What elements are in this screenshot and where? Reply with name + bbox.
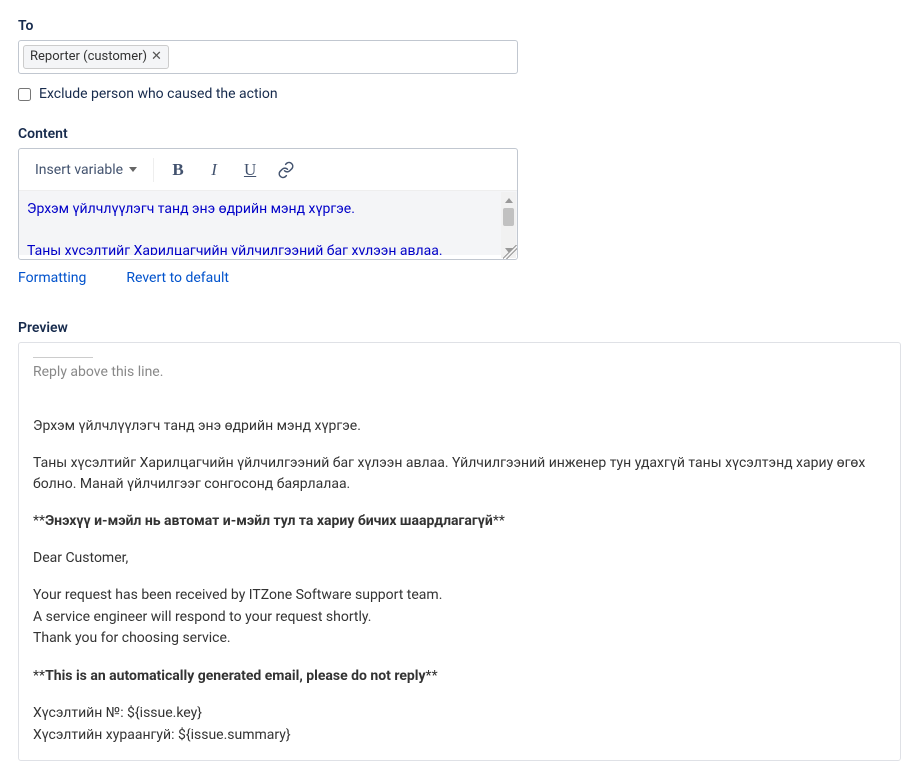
to-input[interactable]: Reporter (customer) ✕ (18, 40, 518, 74)
content-editor: Insert variable B I U (18, 148, 518, 260)
preview-line: Your request has been received by ITZone… (33, 585, 886, 607)
bold-button[interactable]: B (160, 154, 196, 186)
preview-text: ** (33, 513, 45, 529)
content-textarea[interactable] (19, 191, 517, 255)
formatting-link[interactable]: Formatting (18, 270, 86, 286)
preview-panel: Reply above this line. Эрхэм үйлчлүүлэгч… (18, 342, 901, 761)
insert-variable-dropdown[interactable]: Insert variable (25, 158, 147, 182)
underline-button[interactable]: U (232, 154, 268, 186)
italic-icon: I (211, 160, 217, 180)
preview-line: Хүсэлтийн №: ${issue.key} (33, 703, 886, 725)
bold-icon: B (172, 160, 183, 180)
preview-bold: Энэхүү и-мэйл нь автомат и-мэйл тул та х… (45, 513, 493, 529)
reply-divider (33, 357, 93, 358)
preview-block: Your request has been received by ITZone… (33, 585, 886, 650)
recipient-chip-label: Reporter (customer) (30, 48, 147, 66)
to-label: To (18, 18, 901, 34)
reply-above-text: Reply above this line. (33, 364, 886, 380)
preview-paragraph: Dear Customer, (33, 548, 886, 569)
insert-variable-label: Insert variable (35, 162, 123, 178)
scroll-up-button[interactable] (501, 192, 516, 208)
preview-block: Хүсэлтийн №: ${issue.key} Хүсэлтийн хура… (33, 703, 886, 746)
exclude-checkbox[interactable] (18, 88, 31, 101)
preview-text: ** (426, 668, 438, 684)
preview-line: A service engineer will respond to your … (33, 607, 886, 629)
preview-paragraph: Таны хүсэлтийг Харилцагчийн үйлчилгээний… (33, 453, 886, 495)
preview-bold: This is an automatically generated email… (45, 668, 425, 684)
toolbar-separator (153, 158, 154, 182)
exclude-label[interactable]: Exclude person who caused the action (39, 86, 278, 102)
preview-label: Preview (18, 320, 901, 336)
preview-line: Thank you for choosing service. (33, 628, 886, 650)
link-button[interactable] (268, 154, 304, 186)
editor-toolbar: Insert variable B I U (19, 149, 517, 191)
chevron-down-icon (129, 167, 137, 172)
recipient-chip[interactable]: Reporter (customer) ✕ (23, 45, 169, 69)
preview-paragraph: Эрхэм үйлчлүүлэгч танд энэ өдрийн мэнд х… (33, 416, 886, 437)
scroll-track[interactable] (501, 208, 516, 242)
content-label: Content (18, 126, 901, 142)
preview-paragraph: **Энэхүү и-мэйл нь автомат и-мэйл тул та… (33, 511, 886, 532)
chip-remove-icon[interactable]: ✕ (151, 48, 162, 66)
preview-line: Хүсэлтийн хураангуй: ${issue.summary} (33, 725, 886, 747)
preview-text: ** (33, 668, 45, 684)
underline-icon: U (244, 160, 256, 180)
italic-button[interactable]: I (196, 154, 232, 186)
link-icon (277, 161, 295, 179)
triangle-up-icon (505, 198, 513, 203)
resize-handle[interactable] (503, 245, 517, 259)
revert-link[interactable]: Revert to default (126, 270, 229, 286)
preview-paragraph: **This is an automatically generated ema… (33, 666, 886, 687)
preview-text: ** (493, 513, 505, 529)
scroll-thumb[interactable] (503, 208, 514, 226)
